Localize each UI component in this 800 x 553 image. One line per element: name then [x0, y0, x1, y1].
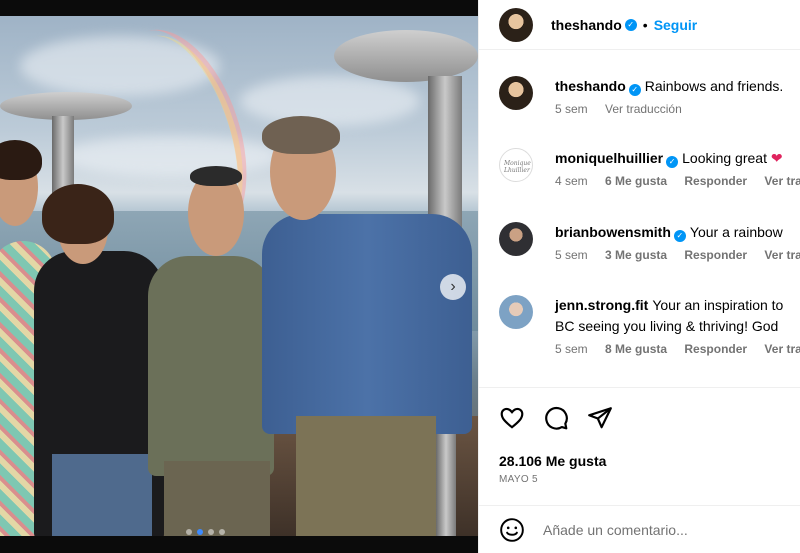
post-date: MAYO 5: [499, 474, 538, 485]
verified-icon: ✓: [628, 84, 641, 96]
reply-button[interactable]: Responder: [684, 174, 747, 188]
comment-item: jenn.strong.fit Your an inspiration to BC…: [499, 295, 800, 356]
comment-item: brianbowensmith ✓ Your a rainbow 5 sem 3 M…: [499, 222, 800, 262]
comment-time[interactable]: 4 sem: [555, 174, 588, 188]
comment-icon[interactable]: [543, 405, 569, 431]
author-username[interactable]: theshando: [551, 17, 622, 33]
post-actions: [499, 405, 613, 431]
commenter-avatar[interactable]: Monique Lhuillier: [499, 148, 533, 182]
post-header: theshando ✓ • Seguir: [479, 0, 800, 50]
avatar-logo-text: Monique Lhuillier: [504, 160, 531, 174]
person: [148, 256, 274, 476]
translate-link[interactable]: Ver traducción: [764, 248, 800, 262]
comment-username[interactable]: moniquelhuillier: [555, 150, 663, 166]
carousel-dots: [186, 529, 225, 535]
follow-button[interactable]: Seguir: [654, 17, 698, 33]
carousel-dot: [219, 529, 225, 535]
carousel-next-button[interactable]: ›: [440, 274, 466, 300]
caption-text: Rainbows and friends.: [644, 78, 784, 94]
comment-username[interactable]: jenn.strong.fit: [555, 297, 648, 313]
commenter-avatar[interactable]: [499, 295, 533, 329]
person: [52, 454, 152, 536]
carousel-dot: [186, 529, 192, 535]
post-media: ›: [0, 0, 478, 553]
person: [190, 166, 242, 186]
caption: theshando ✓ Rainbows and friends. 5 sem Ve…: [499, 76, 800, 116]
translate-link[interactable]: Ver traducción: [764, 174, 800, 188]
comment-item: Monique Lhuillier moniquelhuillier ✓ Looki…: [499, 148, 800, 188]
verified-icon: ✓: [624, 18, 637, 31]
person: [296, 416, 436, 536]
like-count[interactable]: 28.106 Me gusta: [499, 453, 606, 469]
author-avatar[interactable]: [499, 76, 533, 110]
commenter-avatar[interactable]: [499, 222, 533, 256]
comment-text-line2: BC seeing you living & thriving! God: [555, 318, 779, 334]
comment-text: Your an inspiration to: [652, 297, 784, 313]
comment-time[interactable]: 5 sem: [555, 248, 588, 262]
comment-input[interactable]: [543, 521, 783, 538]
comments-list: theshando ✓ Rainbows and friends. 5 sem Ve…: [479, 50, 800, 388]
caption-username[interactable]: theshando: [555, 78, 626, 94]
comment-text: Your a rainbow: [689, 224, 783, 240]
reply-button[interactable]: Responder: [684, 342, 747, 356]
separator: •: [642, 16, 648, 33]
comment-likes[interactable]: 6 Me gusta: [605, 174, 667, 188]
comment-likes[interactable]: 3 Me gusta: [605, 248, 667, 262]
translate-link[interactable]: Ver traducción: [605, 102, 682, 116]
comment-composer: [479, 505, 800, 553]
comment-time[interactable]: 5 sem: [555, 342, 588, 356]
patio-heater: [334, 30, 478, 82]
person: [164, 461, 270, 536]
comment-text: Looking great: [682, 150, 767, 166]
comment-username[interactable]: brianbowensmith: [555, 224, 671, 240]
send-icon[interactable]: [587, 405, 613, 431]
post-photo: ›: [0, 16, 478, 536]
author-avatar[interactable]: [499, 7, 533, 42]
person: [0, 140, 42, 180]
comment-likes[interactable]: 8 Me gusta: [605, 342, 667, 356]
verified-icon: ✓: [666, 156, 679, 168]
carousel-dot: [197, 529, 203, 535]
reply-button[interactable]: Responder: [684, 248, 747, 262]
translate-link[interactable]: Ver traducción: [764, 342, 800, 356]
person: [262, 116, 340, 154]
heart-icon[interactable]: [499, 405, 525, 431]
cloud: [240, 76, 420, 126]
post-sidebar: theshando ✓ • Seguir theshando ✓ Rainbows …: [478, 0, 800, 553]
carousel-dot: [208, 529, 214, 535]
emoji-icon[interactable]: [499, 517, 525, 543]
person: [262, 214, 472, 434]
person: [42, 184, 114, 244]
heart-emoji: ❤: [770, 150, 783, 166]
verified-icon: ✓: [673, 230, 686, 242]
caption-time[interactable]: 5 sem: [555, 102, 588, 116]
